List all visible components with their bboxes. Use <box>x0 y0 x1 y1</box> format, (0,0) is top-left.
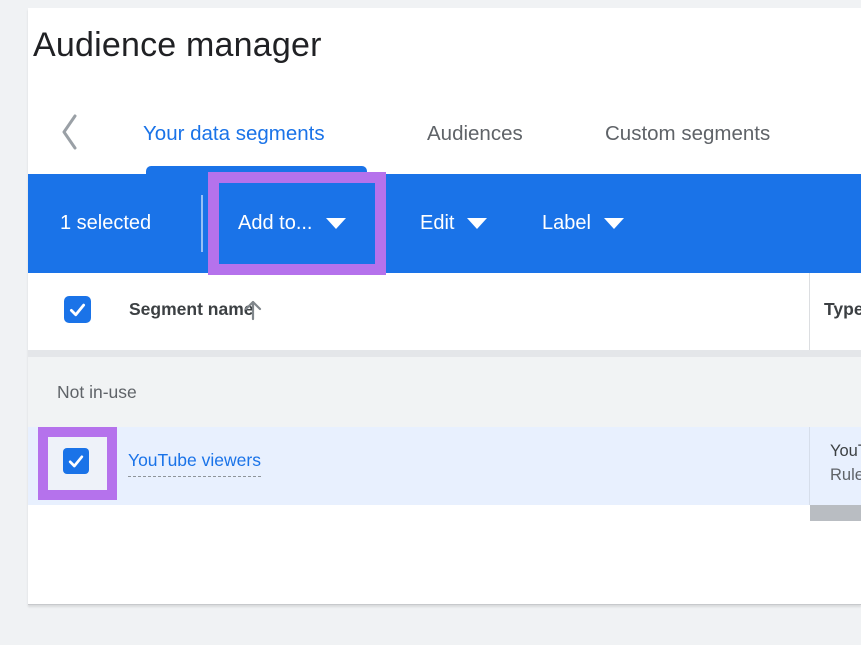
label-button[interactable]: Label <box>542 174 624 273</box>
tab-custom-segments[interactable]: Custom segments <box>605 114 770 154</box>
column-header-segment-name[interactable]: Segment name <box>129 296 253 323</box>
caret-down-icon <box>604 218 624 229</box>
audience-manager-screen: Audience manager Your data segments Audi… <box>0 0 861 645</box>
caret-down-icon <box>467 218 487 229</box>
action-bar-divider <box>201 195 203 252</box>
section-label: Not in-use <box>57 357 137 427</box>
header-divider-strip <box>28 350 861 357</box>
column-divider <box>809 427 810 505</box>
page-title: Audience manager <box>33 24 322 66</box>
column-divider <box>809 273 810 350</box>
chevron-left-icon <box>58 112 82 152</box>
add-to-label: Add to... <box>238 212 313 235</box>
column-header-type: Type <box>824 296 861 323</box>
row-checkbox[interactable] <box>63 448 89 474</box>
caret-down-icon <box>326 218 346 229</box>
segment-type-cell: YouTube Rule-based <box>830 439 861 487</box>
edit-button[interactable]: Edit <box>420 174 487 273</box>
selected-count: 1 selected <box>60 174 151 273</box>
checkmark-icon <box>66 451 86 471</box>
checkmark-icon <box>67 299 88 320</box>
segment-name-link[interactable]: YouTube viewers <box>128 450 261 477</box>
edit-label: Edit <box>420 212 454 235</box>
back-button[interactable] <box>54 110 86 154</box>
table-row[interactable]: YouTube viewers YouTube Rule-based <box>28 427 861 505</box>
segment-type-kind: Rule-based <box>830 463 861 487</box>
tab-audiences[interactable]: Audiences <box>427 114 523 154</box>
sort-ascending-icon <box>241 296 265 323</box>
segment-type-source: YouTube <box>830 439 861 463</box>
add-to-button[interactable]: Add to... <box>238 174 346 273</box>
horizontal-scrollbar-thumb[interactable] <box>810 505 861 521</box>
label-label: Label <box>542 212 591 235</box>
section-not-in-use: Not in-use <box>28 357 861 427</box>
tab-your-data-segments[interactable]: Your data segments <box>143 114 325 154</box>
selection-action-bar: 1 selected Add to... Edit Label <box>28 174 861 273</box>
select-all-checkbox[interactable] <box>64 296 91 323</box>
